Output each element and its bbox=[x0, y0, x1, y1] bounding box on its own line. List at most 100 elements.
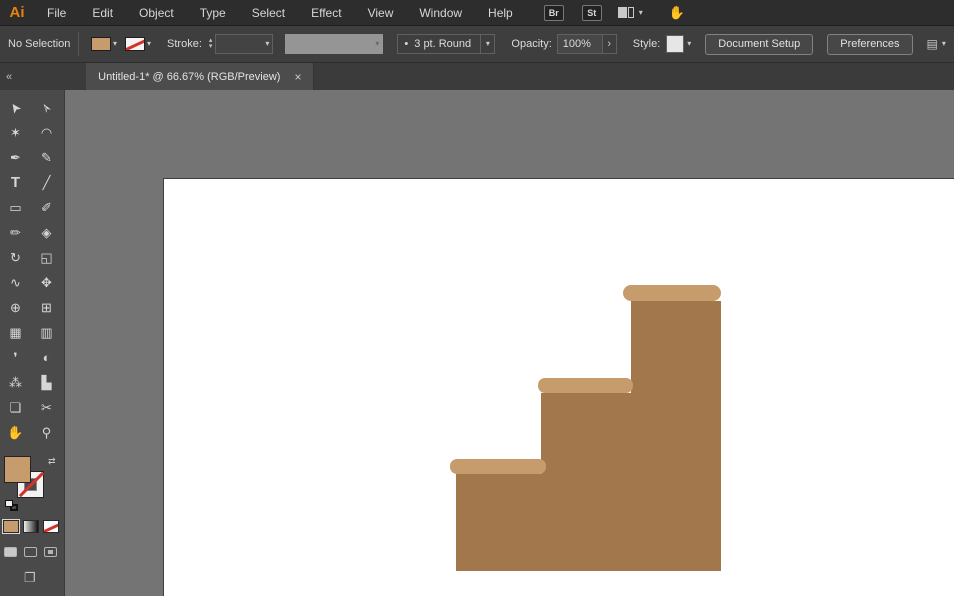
panel-collapse-icon[interactable]: « bbox=[2, 71, 16, 83]
zoom-tool[interactable]: ⚲ bbox=[34, 421, 60, 445]
app-logo: Ai bbox=[0, 4, 34, 21]
stair-tread-middle[interactable] bbox=[538, 378, 633, 393]
fill-indicator[interactable] bbox=[4, 456, 31, 483]
mesh-tool[interactable]: ▦ bbox=[3, 321, 29, 345]
stair-tread-bottom[interactable] bbox=[450, 459, 546, 474]
document-setup-button[interactable]: Document Setup bbox=[705, 34, 813, 55]
menu-view[interactable]: View bbox=[355, 0, 407, 26]
stroke-weight-stepper[interactable]: ▴ ▾ bbox=[209, 38, 213, 50]
menu-select[interactable]: Select bbox=[239, 0, 298, 26]
menu-file[interactable]: File bbox=[34, 0, 79, 26]
selection-status: No Selection bbox=[8, 38, 74, 50]
opacity-input[interactable]: 100% bbox=[558, 35, 602, 53]
pencil-tool[interactable]: ✏ bbox=[3, 221, 29, 245]
none-button[interactable] bbox=[43, 520, 59, 533]
drawing-mode-buttons bbox=[4, 547, 57, 557]
stroke-color-control: ▾ bbox=[125, 37, 151, 51]
workspace-switcher[interactable]: ▾ bbox=[618, 7, 643, 18]
brush-definition-dropdown[interactable]: • 3 pt. Round ▾ bbox=[397, 34, 495, 54]
tab-close-icon[interactable]: × bbox=[294, 70, 301, 84]
separator bbox=[78, 32, 79, 56]
symbol-sprayer-tool[interactable]: ⁂ bbox=[3, 371, 29, 395]
menu-type[interactable]: Type bbox=[187, 0, 239, 26]
gradient-tool[interactable]: ▥ bbox=[34, 321, 60, 345]
scale-tool[interactable]: ◱ bbox=[34, 246, 60, 270]
style-swatch[interactable] bbox=[666, 35, 684, 53]
fill-swatch[interactable] bbox=[91, 37, 111, 51]
blend-tool[interactable]: ◐ bbox=[34, 346, 60, 370]
fill-stroke-indicator: ⇄ bbox=[4, 456, 62, 512]
opacity-label[interactable]: Opacity: bbox=[511, 38, 551, 50]
chevron-down-icon[interactable]: ▾ bbox=[687, 40, 691, 48]
align-options[interactable]: ▤ ▾ bbox=[927, 37, 946, 51]
tool-icon: ⊞ bbox=[41, 300, 52, 316]
shape-builder-tool[interactable]: ⊕ bbox=[3, 296, 29, 320]
artboard[interactable] bbox=[163, 178, 954, 596]
chevron-down-icon: ▾ bbox=[375, 40, 379, 48]
type-tool[interactable]: T bbox=[3, 171, 29, 195]
screen-mode-icon[interactable]: ❐ bbox=[24, 570, 36, 586]
chevron-down-icon: ▾ bbox=[639, 9, 643, 17]
perspective-grid-tool[interactable]: ⊞ bbox=[34, 296, 60, 320]
chevron-down-icon[interactable]: ▾ bbox=[113, 40, 117, 48]
hand-tool[interactable]: ✋ bbox=[3, 421, 29, 445]
stairs-body-shape[interactable] bbox=[456, 301, 721, 571]
illustrator-window: Ai FileEditObjectTypeSelectEffectViewWin… bbox=[0, 0, 954, 596]
stroke-none-swatch[interactable] bbox=[125, 37, 145, 51]
brush-dropdown-chevron[interactable]: ▾ bbox=[480, 35, 494, 53]
brushes-badge[interactable]: Br bbox=[544, 5, 564, 21]
tool-icon: T bbox=[11, 174, 20, 191]
free-transform-tool[interactable]: ✥ bbox=[34, 271, 60, 295]
gradient-button[interactable] bbox=[23, 520, 39, 533]
stroke-weight-dropdown[interactable]: ▾ bbox=[215, 34, 273, 54]
pen-tool[interactable]: ✒ bbox=[3, 146, 29, 170]
paintbrush-tool[interactable]: ✐ bbox=[34, 196, 60, 220]
rotate-tool[interactable]: ↻ bbox=[3, 246, 29, 270]
brush-preview-dot-icon: • bbox=[404, 38, 408, 50]
opacity-flyout-button[interactable]: › bbox=[602, 35, 616, 53]
direct-selection-tool[interactable]: ➢ bbox=[34, 96, 60, 120]
draw-behind-icon[interactable] bbox=[24, 547, 37, 557]
color-button[interactable] bbox=[3, 520, 19, 533]
tool-icon: ✎ bbox=[41, 150, 52, 166]
chevron-down-icon[interactable]: ▾ bbox=[147, 40, 151, 48]
eraser-tool[interactable]: ◈ bbox=[34, 221, 60, 245]
column-graph-tool[interactable]: ▙ bbox=[34, 371, 60, 395]
tool-icon: ◐ bbox=[43, 350, 51, 365]
line-segment-tool[interactable]: ╱ bbox=[34, 171, 60, 195]
width-tool[interactable]: ∿ bbox=[3, 271, 29, 295]
magic-wand-tool[interactable]: ✶ bbox=[3, 121, 29, 145]
tool-icon: ✐ bbox=[41, 200, 52, 216]
canvas-area[interactable] bbox=[65, 90, 954, 596]
swap-fill-stroke-icon[interactable]: ⇄ bbox=[48, 456, 56, 467]
draw-inside-icon[interactable] bbox=[44, 547, 57, 557]
artboard-tool[interactable]: ❏ bbox=[3, 396, 29, 420]
default-fill-stroke-icon[interactable] bbox=[5, 500, 19, 511]
workspace-icon bbox=[618, 7, 634, 18]
lasso-tool[interactable]: ◠ bbox=[34, 121, 60, 145]
styles-badge[interactable]: St bbox=[582, 5, 602, 21]
color-mode-buttons bbox=[3, 520, 59, 533]
variable-width-dropdown: ▾ bbox=[285, 34, 383, 54]
stroke-label: Stroke: bbox=[167, 38, 202, 50]
stepper-down-icon[interactable]: ▾ bbox=[209, 44, 213, 50]
tool-icon: ∿ bbox=[10, 275, 21, 291]
menu-object[interactable]: Object bbox=[126, 0, 187, 26]
tool-icon: ✶ bbox=[10, 125, 21, 141]
rectangle-tool[interactable]: ▭ bbox=[3, 196, 29, 220]
draw-normal-icon[interactable] bbox=[4, 547, 17, 557]
preferences-button[interactable]: Preferences bbox=[827, 34, 912, 55]
menu-help[interactable]: Help bbox=[475, 0, 526, 26]
slice-tool[interactable]: ✂ bbox=[34, 396, 60, 420]
menu-effect[interactable]: Effect bbox=[298, 0, 354, 26]
share-hand-icon[interactable]: ✋ bbox=[669, 5, 685, 21]
menu-bar: Ai FileEditObjectTypeSelectEffectViewWin… bbox=[0, 0, 954, 26]
selection-tool[interactable]: ➤ bbox=[3, 96, 29, 120]
curvature-tool[interactable]: ✎ bbox=[34, 146, 60, 170]
menu-edit[interactable]: Edit bbox=[79, 0, 126, 26]
document-tab[interactable]: Untitled-1* @ 66.67% (RGB/Preview) × bbox=[86, 63, 314, 90]
tool-icon: ✏ bbox=[10, 225, 21, 241]
menu-window[interactable]: Window bbox=[406, 0, 475, 26]
stair-tread-top[interactable] bbox=[623, 285, 721, 301]
eyedropper-tool[interactable]: ❜ bbox=[3, 346, 29, 370]
